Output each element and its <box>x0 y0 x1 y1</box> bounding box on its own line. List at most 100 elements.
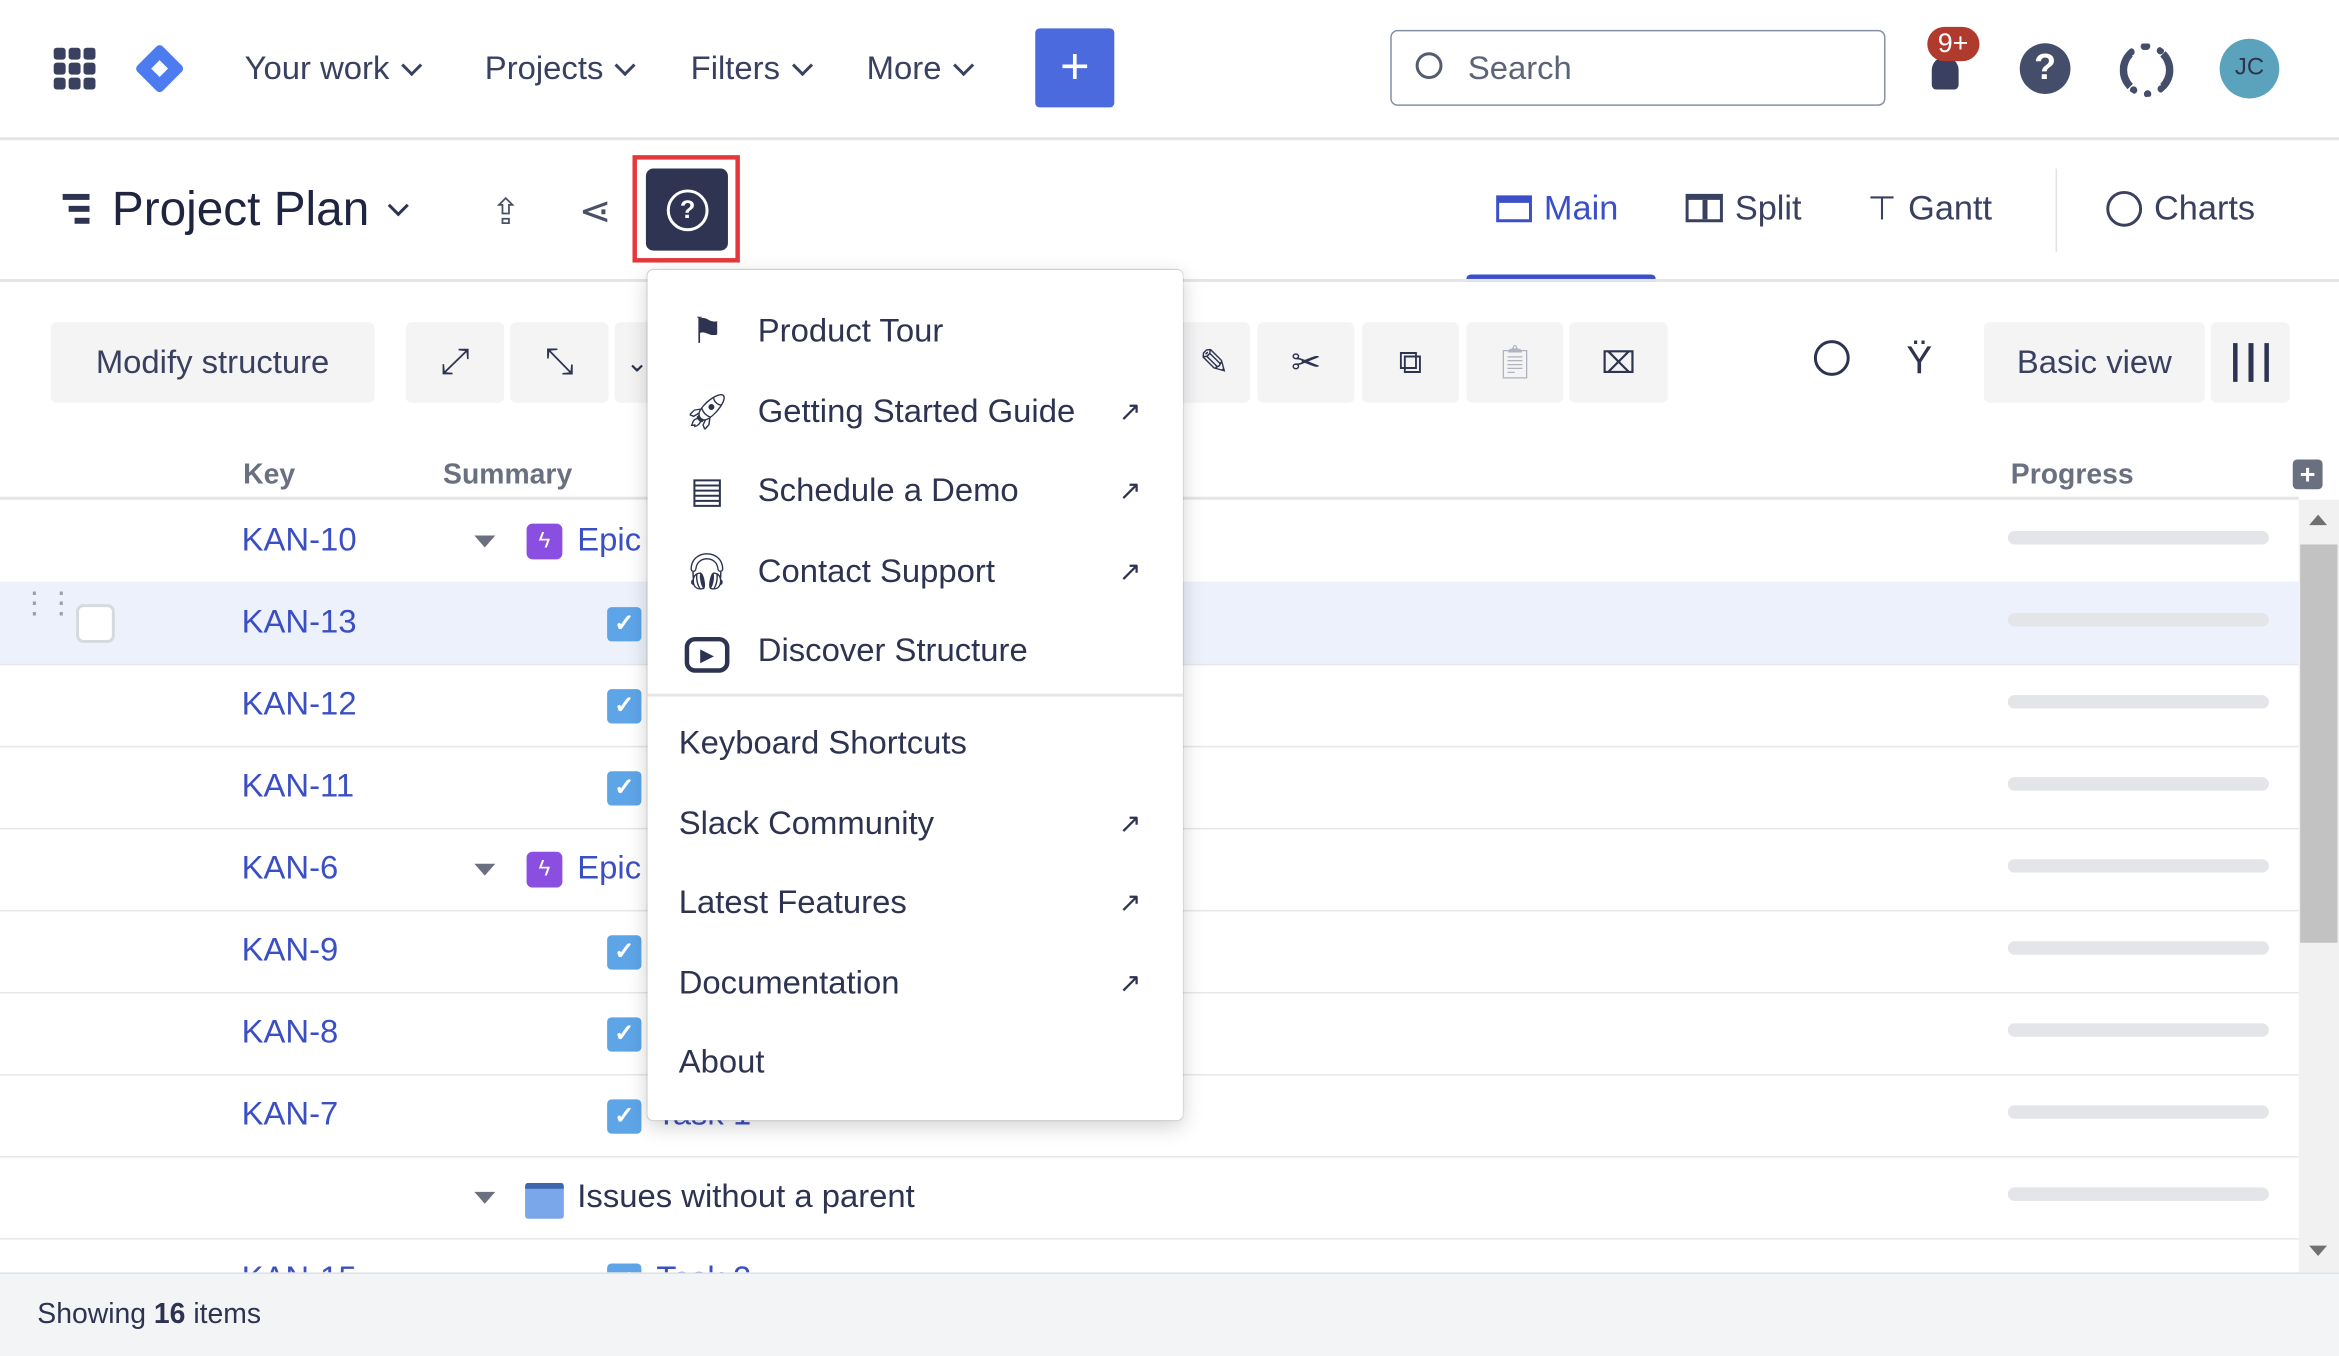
menu-item-getting-started-guide[interactable]: 🚀︎ Getting Started Guide ↗ <box>647 374 1183 449</box>
menu-item-keyboard-shortcuts[interactable]: Keyboard Shortcuts <box>647 706 1183 781</box>
collapse-triangle-icon[interactable] <box>474 535 496 548</box>
nav-more[interactable]: More <box>866 49 975 88</box>
menu-item-slack-community[interactable]: Slack Community ↗ <box>647 786 1183 861</box>
jira-logo[interactable] <box>134 43 185 94</box>
progress-bar <box>2007 1187 2269 1201</box>
folder-icon <box>525 1182 564 1219</box>
nav-projects[interactable]: Projects <box>484 49 637 88</box>
presentation-icon: ▤ <box>690 470 724 511</box>
basic-view-button[interactable]: Basic view <box>1983 322 2205 403</box>
column-header-summary[interactable]: Summary <box>443 459 572 492</box>
tab-label: Main <box>1543 187 1619 227</box>
row-checkbox[interactable] <box>76 604 115 643</box>
settings-gear-icon[interactable] <box>2119 43 2174 97</box>
task-icon: ✓ <box>607 1017 642 1052</box>
scrollbar-thumb[interactable] <box>2300 544 2338 943</box>
menu-item-latest-features[interactable]: Latest Features ↗ <box>647 865 1183 940</box>
menu-item-about[interactable]: About <box>647 1025 1183 1100</box>
epic-icon: ϟ <box>526 523 563 560</box>
menu-divider <box>647 693 1183 697</box>
expand-all-icon[interactable]: ⤢ <box>405 322 505 403</box>
tab-gantt[interactable]: ⊤ Gantt <box>1868 188 1992 228</box>
edit-pencil-icon[interactable]: ✎ <box>1178 322 1251 403</box>
nav-label: Your work <box>244 49 390 87</box>
nav-your-work[interactable]: Your work <box>244 49 423 88</box>
share-icon[interactable]: ⋖ <box>579 188 612 234</box>
issue-key[interactable]: KAN-15 <box>242 1259 357 1272</box>
vertical-scrollbar[interactable] <box>2298 499 2339 1273</box>
progress-bar <box>2007 777 2269 791</box>
issue-key[interactable]: KAN-10 <box>242 521 357 560</box>
help-icon[interactable]: ? <box>2019 43 2071 94</box>
cut-scissors-icon[interactable]: ✂ <box>1257 322 1355 403</box>
issue-summary[interactable]: Epic <box>577 521 641 560</box>
add-column-icon[interactable]: + <box>2292 459 2323 490</box>
external-link-icon: ↗ <box>1118 555 1142 586</box>
menu-item-schedule-a-demo[interactable]: ▤ Schedule a Demo ↗ <box>647 453 1183 528</box>
tab-split[interactable]: Split <box>1685 188 1802 228</box>
notification-badge: 9+ <box>1927 26 1979 62</box>
menu-item-label: About <box>678 1042 765 1080</box>
column-header-progress[interactable]: Progress <box>2011 459 2134 492</box>
modify-structure-button[interactable]: Modify structure <box>50 322 375 403</box>
issue-key[interactable]: KAN-12 <box>242 685 357 724</box>
issue-key[interactable]: KAN-9 <box>242 931 339 970</box>
external-link-icon: ↗ <box>1118 396 1142 426</box>
collapse-all-icon[interactable]: ⤡ <box>510 322 609 403</box>
avatar[interactable]: JC <box>2219 38 2280 99</box>
task-icon: ✓ <box>607 1263 642 1273</box>
pie-chart-icon <box>2106 190 2143 226</box>
task-icon: ✓ <box>607 607 642 642</box>
issue-key[interactable]: KAN-13 <box>242 603 357 642</box>
drag-handle-icon[interactable]: ⋮⋮ <box>19 589 76 619</box>
help-menu-button[interactable]: ? <box>645 168 728 251</box>
nav-label: Filters <box>690 49 780 87</box>
nav-label: More <box>866 49 942 87</box>
nav-filters[interactable]: Filters <box>690 49 813 88</box>
search-icon[interactable] <box>1813 340 1850 376</box>
copy-icon[interactable]: ⧉ <box>1361 322 1459 403</box>
group-label[interactable]: Issues without a parent <box>577 1177 914 1216</box>
progress-bar <box>2007 1023 2269 1037</box>
export-icon[interactable]: ⇪ <box>489 191 522 232</box>
issue-summary[interactable]: Epic <box>577 849 641 888</box>
issue-key[interactable]: KAN-8 <box>242 1013 339 1052</box>
notifications-button[interactable]: 9+ <box>1924 26 1984 99</box>
table-row[interactable]: Issues without a parent <box>0 1156 2299 1240</box>
page-title: Project Plan <box>111 181 370 236</box>
nav-label: Projects <box>484 49 604 87</box>
create-button[interactable]: + <box>1035 28 1115 108</box>
scroll-up-arrow-icon[interactable] <box>2309 514 2328 526</box>
structure-title-dropdown[interactable]: Project Plan <box>111 181 409 237</box>
menu-item-discover-structure[interactable]: ▶ Discover Structure <box>647 613 1183 688</box>
task-icon: ✓ <box>607 1099 642 1134</box>
clear-icon[interactable]: ⌧ <box>1569 322 1668 403</box>
tab-divider <box>2055 168 2058 253</box>
table-row[interactable]: KAN-15 ✓ Task 2 <box>0 1238 2299 1273</box>
menu-item-product-tour[interactable]: ⚑ Product Tour <box>647 294 1183 369</box>
search-icon <box>1415 52 1443 80</box>
app-switcher-icon[interactable] <box>53 47 96 90</box>
column-header-key[interactable]: Key <box>243 459 295 492</box>
chevron-down-icon <box>387 195 409 217</box>
tab-main[interactable]: Main <box>1496 188 1618 228</box>
menu-item-label: Getting Started Guide <box>757 392 1076 430</box>
footer-prefix: Showing <box>37 1299 147 1331</box>
menu-item-contact-support[interactable]: 🎧︎ Contact Support ↗ <box>647 534 1183 609</box>
issue-key[interactable]: KAN-7 <box>242 1095 339 1134</box>
search-input[interactable]: Search <box>1390 29 1886 106</box>
columns-icon[interactable] <box>2210 322 2290 403</box>
external-link-icon: ↗ <box>1118 886 1142 917</box>
issue-summary[interactable]: Task 2 <box>656 1259 751 1272</box>
issue-key[interactable]: KAN-6 <box>242 849 339 888</box>
menu-item-documentation[interactable]: Documentation ↗ <box>647 946 1183 1021</box>
filter-icon[interactable]: Ÿ <box>1906 337 1932 383</box>
tab-charts[interactable]: Charts <box>2106 188 2255 228</box>
scroll-down-arrow-icon[interactable] <box>2309 1245 2328 1257</box>
bell-icon <box>1931 56 1959 90</box>
issue-key[interactable]: KAN-11 <box>242 767 354 806</box>
collapse-triangle-icon[interactable] <box>474 1191 496 1204</box>
question-circle-icon: ? <box>666 189 709 232</box>
collapse-triangle-icon[interactable] <box>474 863 496 876</box>
progress-bar <box>2007 695 2269 709</box>
